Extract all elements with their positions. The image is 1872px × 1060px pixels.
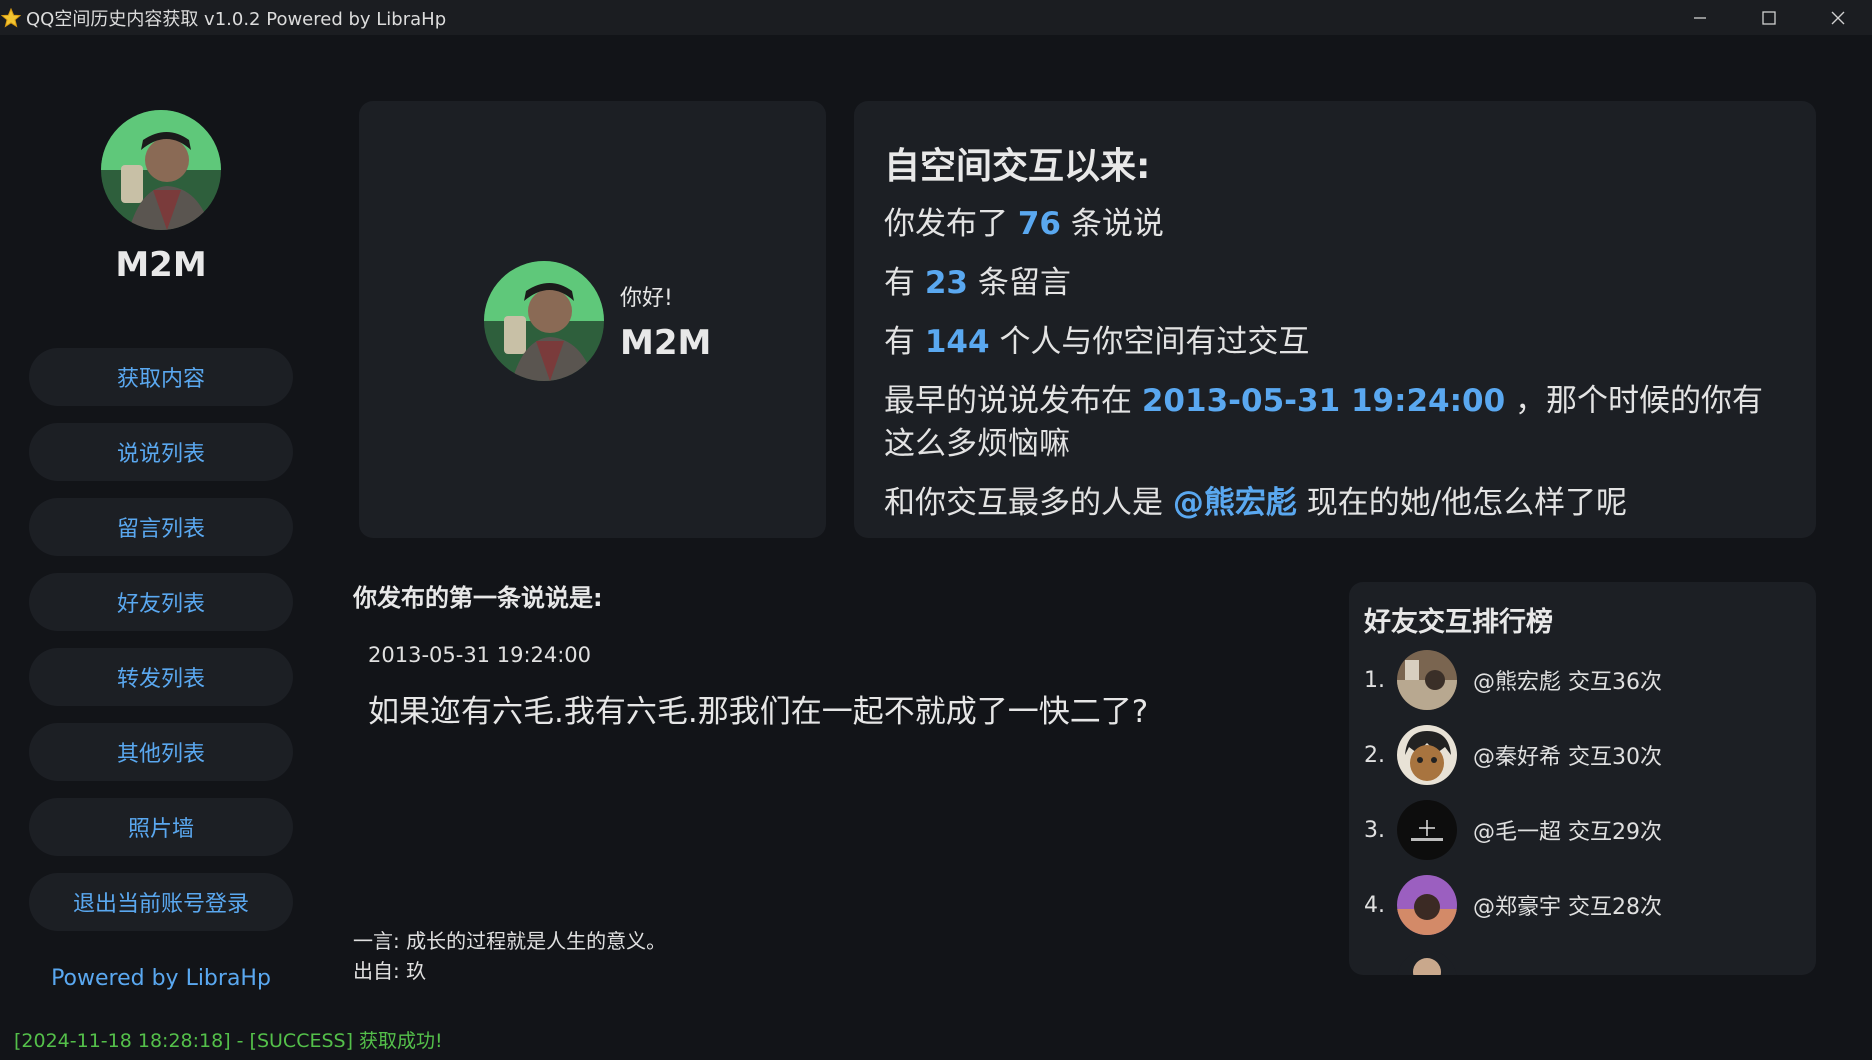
ranking-title: 好友交互排行榜 <box>1364 607 1553 638</box>
quote-source: 出自: 玖 <box>353 959 427 983</box>
stat-earliest-time: 2013-05-31 19:24:00 <box>1141 383 1506 419</box>
logout-button[interactable]: 退出当前账号登录 <box>29 873 293 931</box>
first-post-date: 2013-05-31 19:24:00 <box>368 643 592 667</box>
stat-messages-count: 23 <box>924 265 968 301</box>
top-friend-link[interactable]: @熊宏彪 <box>1173 485 1297 521</box>
stats-card: 自空间交互以来: 你发布了 76 条说说 有 23 条留言 有 144 个人与你… <box>854 101 1816 538</box>
rank-number: 1. <box>1364 667 1385 693</box>
stat-people: 有 144 个人与你空间有过交互 <box>884 321 1784 364</box>
friend-ranking-card: 好友交互排行榜 1. @熊宏彪 交互36次 2. @秦好希 交互30次 3. @… <box>1349 582 1816 975</box>
avatar <box>484 261 604 381</box>
window-controls <box>1665 0 1872 35</box>
avatar <box>1397 650 1457 710</box>
sidebar: M2M 获取内容 说说列表 留言列表 好友列表 转发列表 其他列表 照片墙 退出… <box>0 35 322 1060</box>
star-icon <box>0 7 22 29</box>
minimize-button[interactable] <box>1665 0 1734 35</box>
maximize-button[interactable] <box>1734 0 1803 35</box>
stat-top-friend: 和你交互最多的人是 @熊宏彪 现在的她/他怎么样了呢 <box>884 482 1784 525</box>
user-name: M2M <box>115 245 207 285</box>
nav-messages-list[interactable]: 留言列表 <box>29 498 293 556</box>
list-item[interactable] <box>1364 950 1473 975</box>
stat-posts-suffix: 条说说 <box>1070 206 1164 242</box>
stat-top-suffix: 现在的她/他怎么样了呢 <box>1306 485 1628 521</box>
greeting-name: M2M <box>620 323 712 363</box>
close-button[interactable] <box>1803 0 1872 35</box>
stat-people-suffix: 个人与你空间有过交互 <box>999 324 1310 360</box>
status-log: [2024-11-18 18:28:18] - [SUCCESS] 获取成功! <box>14 1030 443 1052</box>
ranking-entry-text: @毛一超 交互29次 <box>1473 820 1662 845</box>
greeting-text: 你好! <box>620 286 673 311</box>
list-item[interactable]: 3. @毛一超 交互29次 <box>1364 800 1662 860</box>
first-post-title: 你发布的第一条说说是: <box>353 584 603 612</box>
minimize-icon <box>1693 16 1706 19</box>
rank-number: 4. <box>1364 892 1385 918</box>
ranking-entry-text: @熊宏彪 交互36次 <box>1473 670 1662 695</box>
ranking-entry-text: @郑豪宇 交互28次 <box>1473 895 1662 920</box>
maximize-icon <box>1761 10 1776 25</box>
nav-posts-list[interactable]: 说说列表 <box>29 423 293 481</box>
list-item[interactable]: 4. @郑豪宇 交互28次 <box>1364 875 1662 935</box>
first-post-content: 如果迩有六毛.我有六毛.那我们在一起不就成了一快二了? <box>368 694 1149 730</box>
stat-posts-count: 76 <box>1017 206 1061 242</box>
avatar <box>1397 875 1457 935</box>
avatar <box>1397 725 1457 785</box>
ranking-entry-text: @秦好希 交互30次 <box>1473 745 1662 770</box>
avatar <box>1397 800 1457 860</box>
quote-text: 一言: 成长的过程就是人生的意义。 <box>353 929 667 953</box>
stat-earliest: 最早的说说发布在 2013-05-31 19:24:00 ，那个时候的你有这么多… <box>884 380 1784 466</box>
stat-posts: 你发布了 76 条说说 <box>884 203 1784 246</box>
title-bar: QQ空间历史内容获取 v1.0.2 Powered by LibraHp <box>0 0 1872 35</box>
rank-number: 3. <box>1364 817 1385 843</box>
greeting-card: 你好! M2M <box>359 101 826 538</box>
powered-by-link[interactable]: Powered by LibraHp <box>0 966 322 991</box>
rank-number: 2. <box>1364 742 1385 768</box>
list-item[interactable]: 1. @熊宏彪 交互36次 <box>1364 650 1662 710</box>
stat-messages-suffix: 条留言 <box>977 265 1071 301</box>
avatar <box>101 110 221 230</box>
stat-posts-prefix: 你发布了 <box>884 206 1008 242</box>
stat-messages-prefix: 有 <box>884 265 915 301</box>
nav-others-list[interactable]: 其他列表 <box>29 723 293 781</box>
stat-top-prefix: 和你交互最多的人是 <box>884 485 1163 521</box>
nav-fetch-content[interactable]: 获取内容 <box>29 348 293 406</box>
window-title: QQ空间历史内容获取 v1.0.2 Powered by LibraHp <box>26 8 447 30</box>
close-icon <box>1831 11 1844 24</box>
avatar <box>1397 950 1457 975</box>
nav-forwards-list[interactable]: 转发列表 <box>29 648 293 706</box>
stat-people-count: 144 <box>924 324 990 360</box>
list-item[interactable]: 2. @秦好希 交互30次 <box>1364 725 1662 785</box>
stat-earliest-prefix: 最早的说说发布在 <box>884 383 1132 419</box>
stats-title: 自空间交互以来: <box>884 146 1151 187</box>
stat-people-prefix: 有 <box>884 324 915 360</box>
nav-photo-wall[interactable]: 照片墙 <box>29 798 293 856</box>
stat-messages: 有 23 条留言 <box>884 262 1784 305</box>
nav-friends-list[interactable]: 好友列表 <box>29 573 293 631</box>
